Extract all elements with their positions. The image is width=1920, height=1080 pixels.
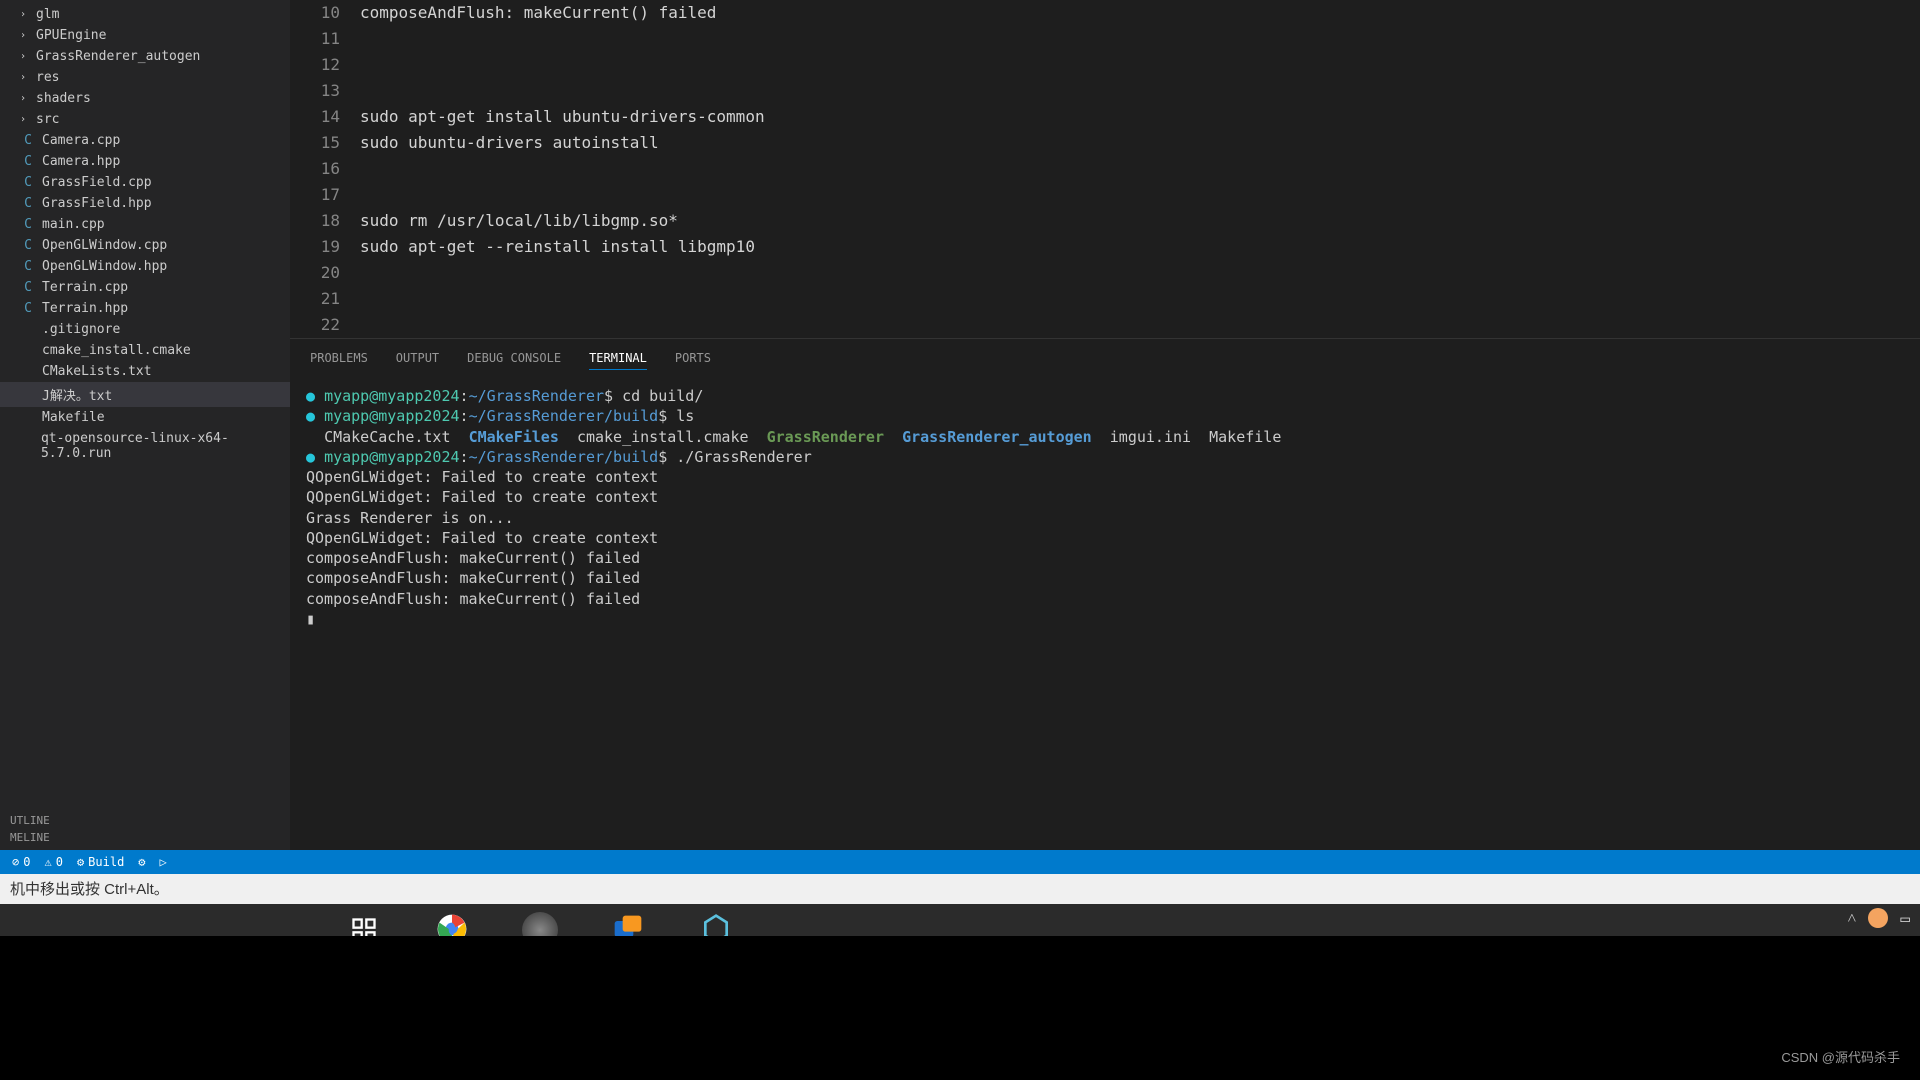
folder-src[interactable]: ›src [0,109,290,130]
file-terrain-cpp[interactable]: CTerrain.cpp [0,277,290,298]
timeline-section[interactable]: MELINE [10,829,280,846]
file-openglwindow-cpp[interactable]: COpenGLWindow.cpp [0,235,290,256]
panel-tabs: PROBLEMS OUTPUT DEBUG CONSOLE TERMINAL P… [290,338,1920,378]
folder-gpuengine[interactable]: ›GPUEngine [0,25,290,46]
folder-grassrenderer-autogen[interactable]: ›GrassRenderer_autogen [0,46,290,67]
file-camera-cpp[interactable]: CCamera.cpp [0,130,290,151]
tab-terminal[interactable]: TERMINAL [589,347,647,370]
file-cmakelists[interactable]: CMakeLists.txt [0,361,290,382]
status-build[interactable]: ⚙ Build [77,855,124,869]
tray-chevron-icon[interactable]: ˄ [1847,908,1856,928]
folder-shaders[interactable]: ›shaders [0,88,290,109]
folder-glm[interactable]: ›glm [0,4,290,25]
vm-hint-bar: 机中移出或按 Ctrl+Alt。 [0,874,1920,904]
csdn-watermark: CSDN @源代码杀手 [1781,1047,1900,1066]
status-errors[interactable]: ⊘ 0 [12,855,30,869]
outline-section[interactable]: UTLINE [10,812,280,829]
system-tray: ˄ ▭ [1847,908,1910,928]
folder-res[interactable]: ›res [0,67,290,88]
file-terrain-hpp[interactable]: CTerrain.hpp [0,298,290,319]
file-main-cpp[interactable]: Cmain.cpp [0,214,290,235]
file-makefile[interactable]: Makefile [0,407,290,428]
file-qt-opensource[interactable]: qt-opensource-linux-x64-5.7.0.run [0,428,290,464]
tray-battery-icon[interactable]: ▭ [1900,909,1910,928]
file-explorer: ›glm ›GPUEngine ›GrassRenderer_autogen ›… [0,0,290,850]
file-camera-hpp[interactable]: CCamera.hpp [0,151,290,172]
photo-black-border [0,936,1920,1080]
file-grassfield-hpp[interactable]: CGrassField.hpp [0,193,290,214]
tab-problems[interactable]: PROBLEMS [310,347,368,370]
file-cmake-install[interactable]: cmake_install.cmake [0,340,290,361]
file-openglwindow-hpp[interactable]: COpenGLWindow.hpp [0,256,290,277]
file-jsolve-txt[interactable]: J解决。txt [0,382,290,407]
file-gitignore[interactable]: .gitignore [0,319,290,340]
status-play-icon[interactable]: ▷ [160,855,167,869]
code-editor[interactable]: 10111213141516171819202122 composeAndFlu… [290,0,1920,338]
tab-output[interactable]: OUTPUT [396,347,439,370]
line-gutter: 10111213141516171819202122 [290,0,360,338]
status-warnings[interactable]: ⚠ 0 [44,855,62,869]
code-content[interactable]: composeAndFlush: makeCurrent() failed su… [360,0,1920,338]
bottom-panel: PROBLEMS OUTPUT DEBUG CONSOLE TERMINAL P… [290,338,1920,850]
file-grassfield-cpp[interactable]: CGrassField.cpp [0,172,290,193]
status-bar: ⊘ 0 ⚠ 0 ⚙ Build ⚙ ▷ [0,850,1920,874]
tab-ports[interactable]: PORTS [675,347,711,370]
terminal-output[interactable]: ● myapp@myapp2024:~/GrassRenderer$ cd bu… [290,378,1920,850]
tab-debug-console[interactable]: DEBUG CONSOLE [467,347,561,370]
status-gear-icon[interactable]: ⚙ [138,855,145,869]
tray-user-icon[interactable] [1868,908,1888,928]
